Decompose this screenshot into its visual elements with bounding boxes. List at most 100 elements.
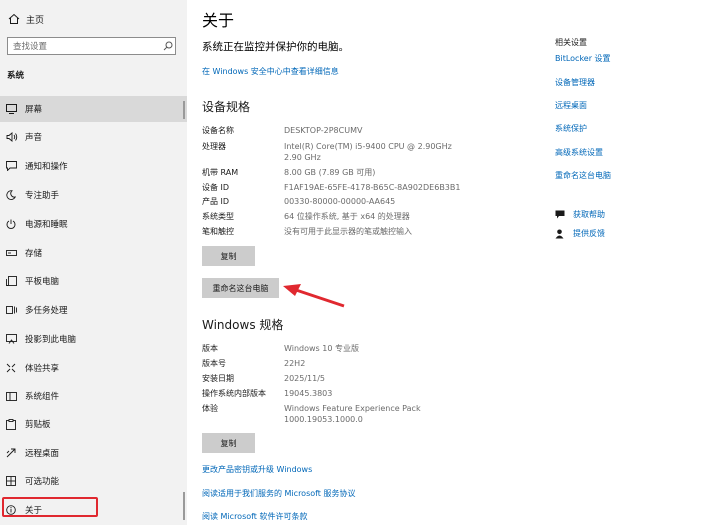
sidebar-item-label: 屏幕: [25, 105, 43, 115]
service-agreement-link[interactable]: 阅读适用于我们服务的 Microsoft 服务协议: [202, 488, 356, 499]
rename-pc-link[interactable]: 重命名这台电脑: [555, 170, 611, 181]
multitask-icon: [6, 305, 25, 315]
sidebar-item-label: 通知和操作: [25, 162, 68, 172]
get-help-link[interactable]: 获取帮助: [555, 209, 605, 220]
tablet-icon: [6, 276, 25, 286]
sidebar-item-optional-features[interactable]: 可选功能: [0, 468, 187, 494]
spec-value: 22H2: [284, 359, 306, 368]
spec-value: 00330-80000-00000-AA645: [284, 197, 396, 206]
spec-label: 系统类型: [202, 212, 234, 221]
sidebar-item-label: 可选功能: [25, 477, 60, 487]
related-settings-title: 相关设置: [555, 38, 587, 47]
security-center-link[interactable]: 在 Windows 安全中心中查看详细信息: [202, 66, 339, 77]
sidebar-item-label: 平板电脑: [25, 277, 60, 287]
annotation-highlight-box: [2, 497, 98, 517]
home-label: 主页: [26, 15, 45, 26]
spec-label: 体验: [202, 404, 218, 413]
spec-label: 版本: [202, 344, 218, 353]
advanced-system-settings-link[interactable]: 高级系统设置: [555, 147, 603, 158]
spec-label: 版本号: [202, 359, 226, 368]
get-help-label: 获取帮助: [573, 210, 605, 219]
speaker-icon: [6, 132, 25, 142]
project-icon: [6, 334, 25, 344]
spec-label: 设备 ID: [202, 183, 230, 192]
rename-pc-button[interactable]: 重命名这台电脑: [202, 278, 279, 298]
sidebar-item-focus-assist[interactable]: 专注助手: [0, 182, 187, 208]
sidebar-scrollbar-lower[interactable]: [183, 492, 185, 520]
notification-icon: [6, 161, 25, 171]
search-input[interactable]: 查找设置: [7, 37, 176, 55]
spec-value: Windows Feature Experience Pack 1000.190…: [284, 404, 421, 424]
home-icon: [8, 13, 26, 25]
spec-value: 19045.3803: [284, 389, 333, 398]
spec-value: 64 位操作系统, 基于 x64 的处理器: [284, 212, 410, 221]
help-chat-icon: [555, 210, 573, 219]
give-feedback-label: 提供反馈: [573, 229, 605, 238]
sidebar-item-label: 专注助手: [25, 191, 60, 201]
copy-windows-specs-button[interactable]: 复制: [202, 433, 255, 453]
spec-value: Windows 10 专业版: [284, 344, 359, 353]
storage-icon: [6, 250, 25, 256]
search-icon: [161, 41, 175, 51]
sidebar-item-shared-experiences[interactable]: 体验共享: [0, 355, 187, 381]
change-product-key-link[interactable]: 更改产品密钥或升级 Windows: [202, 464, 312, 475]
copy-device-specs-button[interactable]: 复制: [202, 246, 255, 266]
spec-value: 8.00 GB (7.89 GB 可用): [284, 168, 376, 177]
remote-icon: [6, 448, 25, 458]
sidebar-item-label: 多任务处理: [25, 306, 68, 316]
monitor-icon: [6, 104, 25, 114]
sidebar-item-label: 存储: [25, 249, 43, 259]
spec-label: 机带 RAM: [202, 168, 239, 177]
spec-label: 设备名称: [202, 126, 234, 135]
sidebar-item-remote-desktop[interactable]: 远程桌面: [0, 440, 187, 466]
sidebar-item-project[interactable]: 投影到此电脑: [0, 326, 187, 352]
power-icon: [6, 219, 25, 229]
optional-features-icon: [6, 476, 25, 486]
spec-label: 产品 ID: [202, 197, 230, 206]
sidebar-item-label: 电源和睡眠: [25, 220, 68, 230]
spec-label: 处理器: [202, 142, 226, 151]
share-icon: [6, 363, 25, 373]
spec-label: 笔和触控: [202, 227, 234, 236]
section-title: 系统: [7, 71, 25, 81]
sidebar-item-label: 声音: [25, 133, 43, 143]
moon-icon: [6, 190, 25, 200]
feedback-icon: [555, 229, 573, 239]
device-manager-link[interactable]: 设备管理器: [555, 77, 595, 88]
components-icon: [6, 391, 25, 401]
home-nav-item[interactable]: 主页: [8, 11, 44, 27]
spec-value: Intel(R) Core(TM) i5-9400 CPU @ 2.90GHz …: [284, 142, 452, 162]
sidebar: 主页 查找设置 系统 屏幕 声音 通知和操作 专注助手 电源和睡眠 存储 平板电…: [0, 0, 187, 525]
bitlocker-settings-link[interactable]: BitLocker 设置: [555, 53, 611, 64]
give-feedback-link[interactable]: 提供反馈: [555, 228, 605, 239]
sidebar-item-clipboard[interactable]: 剪贴板: [0, 411, 187, 437]
spec-value: 2025/11/5: [284, 374, 326, 383]
sidebar-scrollbar[interactable]: [183, 101, 185, 119]
sidebar-item-tablet[interactable]: 平板电脑: [0, 268, 187, 294]
sidebar-item-label: 剪贴板: [25, 420, 51, 430]
sidebar-item-sound[interactable]: 声音: [0, 124, 187, 150]
sidebar-item-notifications[interactable]: 通知和操作: [0, 153, 187, 179]
system-protection-link[interactable]: 系统保护: [555, 123, 587, 134]
sidebar-item-label: 体验共享: [25, 364, 60, 374]
device-specs-heading: 设备规格: [202, 100, 251, 114]
sidebar-item-system-components[interactable]: 系统组件: [0, 383, 187, 409]
remote-desktop-link[interactable]: 远程桌面: [555, 100, 587, 111]
search-placeholder: 查找设置: [13, 42, 48, 52]
windows-specs-heading: Windows 规格: [202, 318, 284, 332]
spec-label: 安装日期: [202, 374, 234, 383]
spec-value: DESKTOP-2P8CUMV: [284, 126, 363, 135]
sidebar-item-power-sleep[interactable]: 电源和睡眠: [0, 211, 187, 237]
sidebar-item-storage[interactable]: 存储: [0, 240, 187, 266]
page-title: 关于: [202, 11, 235, 30]
annotation-arrow: [283, 284, 345, 308]
sidebar-item-label: 投影到此电脑: [25, 335, 77, 345]
sidebar-item-label: 系统组件: [25, 392, 60, 402]
sidebar-item-display[interactable]: 屏幕: [0, 96, 187, 122]
protection-status-text: 系统正在监控并保护你的电脑。: [202, 41, 349, 53]
spec-label: 操作系统内部版本: [202, 389, 266, 398]
sidebar-item-label: 远程桌面: [25, 449, 60, 459]
sidebar-item-multitasking[interactable]: 多任务处理: [0, 297, 187, 323]
spec-value: 没有可用于此显示器的笔或触控输入: [284, 227, 412, 236]
license-terms-link[interactable]: 阅读 Microsoft 软件许可条款: [202, 511, 308, 522]
